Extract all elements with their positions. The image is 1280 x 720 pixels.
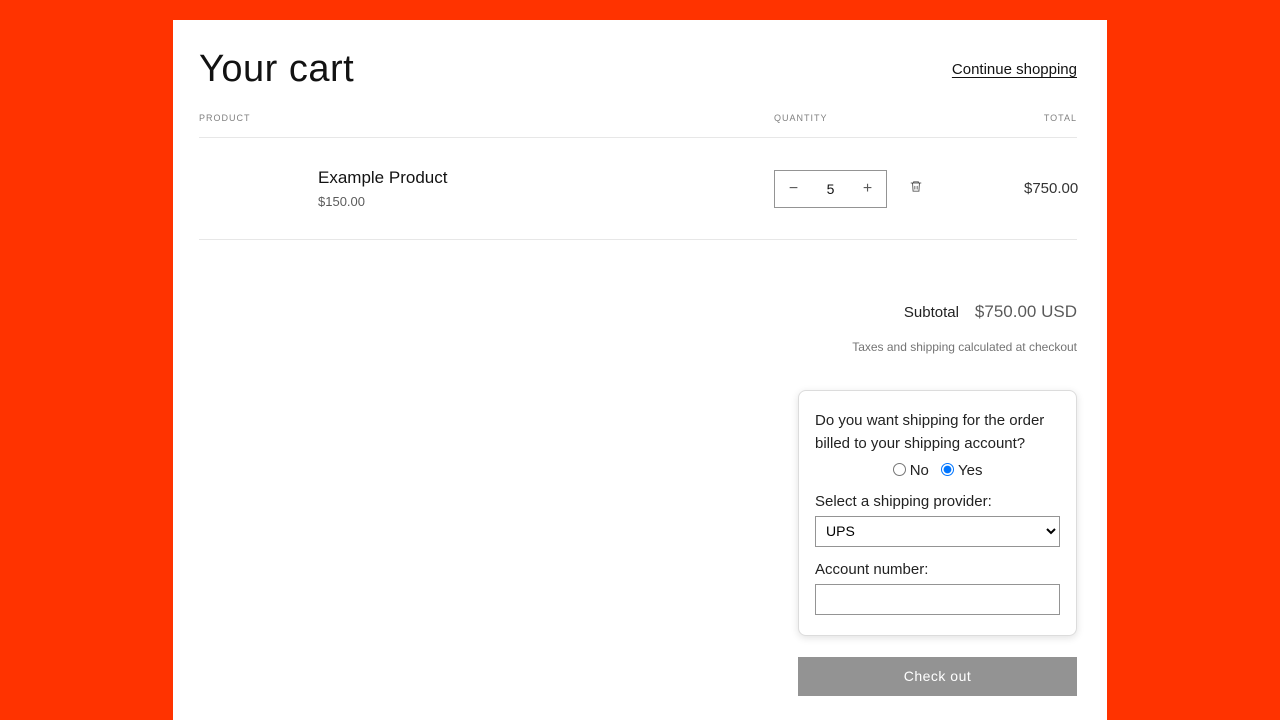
shipping-radio-row: No Yes [815,462,1060,479]
account-number-input[interactable] [815,584,1060,615]
quantity-block: − 5 + [774,170,1024,208]
cart-line-item: Example Product $150.00 − 5 + $750.00 [199,138,1077,240]
shipping-panel: Do you want shipping for the order bille… [798,390,1077,636]
provider-label: Select a shipping provider: [815,493,1060,510]
subtotal-label: Subtotal [904,304,959,321]
radio-yes-text: Yes [958,462,982,479]
account-number-label: Account number: [815,561,1060,578]
header-row: Your cart Continue shopping [199,48,1077,91]
shipping-question: Do you want shipping for the order bille… [815,409,1060,456]
increase-button[interactable]: + [849,171,886,207]
line-total: $750.00 [1024,180,1078,197]
subtotal-value: $750.00 USD [975,302,1077,322]
quantity-value[interactable]: 5 [812,181,849,197]
quantity-stepper: − 5 + [774,170,887,208]
radio-no-text: No [910,462,929,479]
page-title: Your cart [199,48,354,91]
radio-no[interactable] [893,463,906,476]
product-info: Example Product $150.00 [199,168,774,209]
taxes-note: Taxes and shipping calculated at checkou… [199,340,1077,354]
radio-yes[interactable] [941,463,954,476]
product-price: $150.00 [318,194,774,209]
col-header-quantity: QUANTITY [774,113,834,123]
cart-page: Your cart Continue shopping PRODUCT QUAN… [173,20,1107,720]
column-headers: PRODUCT QUANTITY TOTAL [199,113,1077,138]
col-header-total: TOTAL [834,113,1077,123]
trash-icon[interactable] [909,179,923,199]
provider-select[interactable]: UPS [815,516,1060,547]
continue-shopping-link[interactable]: Continue shopping [952,61,1077,78]
decrease-button[interactable]: − [775,171,812,207]
radio-yes-label[interactable]: Yes [941,462,982,479]
col-header-product: PRODUCT [199,113,774,123]
subtotal-row: Subtotal $750.00 USD [199,302,1077,322]
checkout-button[interactable]: Check out [798,657,1077,696]
radio-no-label[interactable]: No [893,462,934,479]
product-name: Example Product [318,168,774,188]
